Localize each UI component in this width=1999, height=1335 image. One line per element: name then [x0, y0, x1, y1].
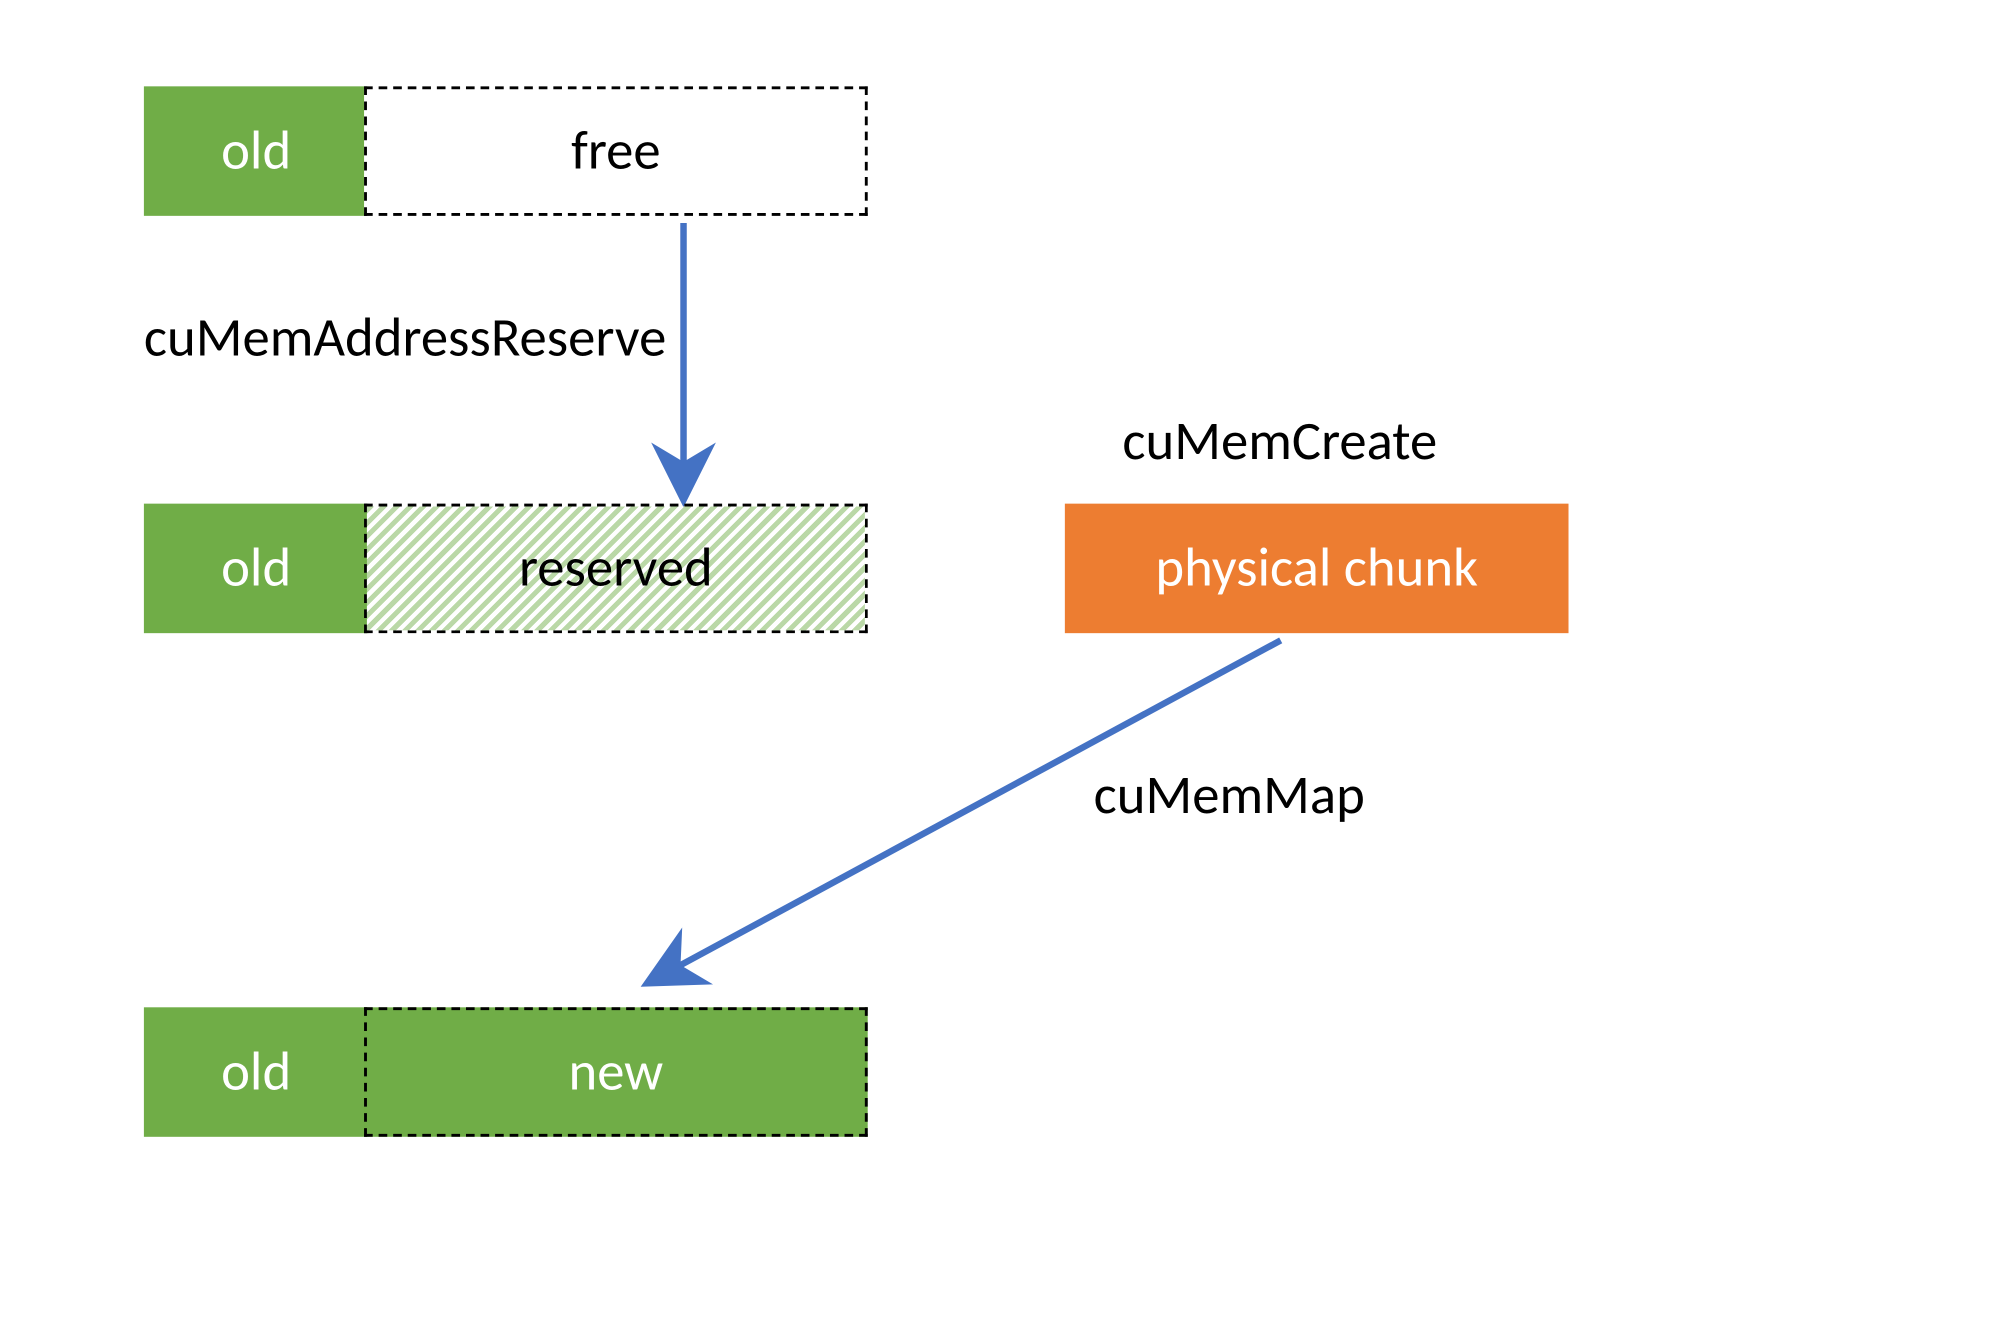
row2-old-label: old: [221, 541, 291, 596]
row1-old-block: old: [144, 86, 368, 216]
row2-reserved-block: reserved: [364, 504, 868, 634]
row3-new-label: new: [568, 1045, 663, 1100]
arrow-reserve: [655, 223, 713, 496]
create-call-label: cuMemCreate: [1122, 409, 1437, 475]
physical-chunk-block: physical chunk: [1065, 504, 1569, 634]
row3-old-block: old: [144, 1007, 368, 1137]
row3-new-block: new: [364, 1007, 868, 1137]
row1-free-block: free: [364, 86, 868, 216]
diagram-canvas: old free cuMemAddressReserve old reserve…: [0, 0, 1999, 1324]
row2-old-block: old: [144, 504, 368, 634]
row1-old-label: old: [221, 124, 291, 179]
row1-free-label: free: [571, 124, 660, 179]
arrow-map: [648, 640, 1310, 1014]
row3-old-label: old: [221, 1045, 291, 1100]
physical-chunk-label: physical chunk: [1155, 541, 1478, 596]
row2-reserved-label: reserved: [519, 541, 713, 596]
reserve-call-label: cuMemAddressReserve: [144, 305, 666, 371]
